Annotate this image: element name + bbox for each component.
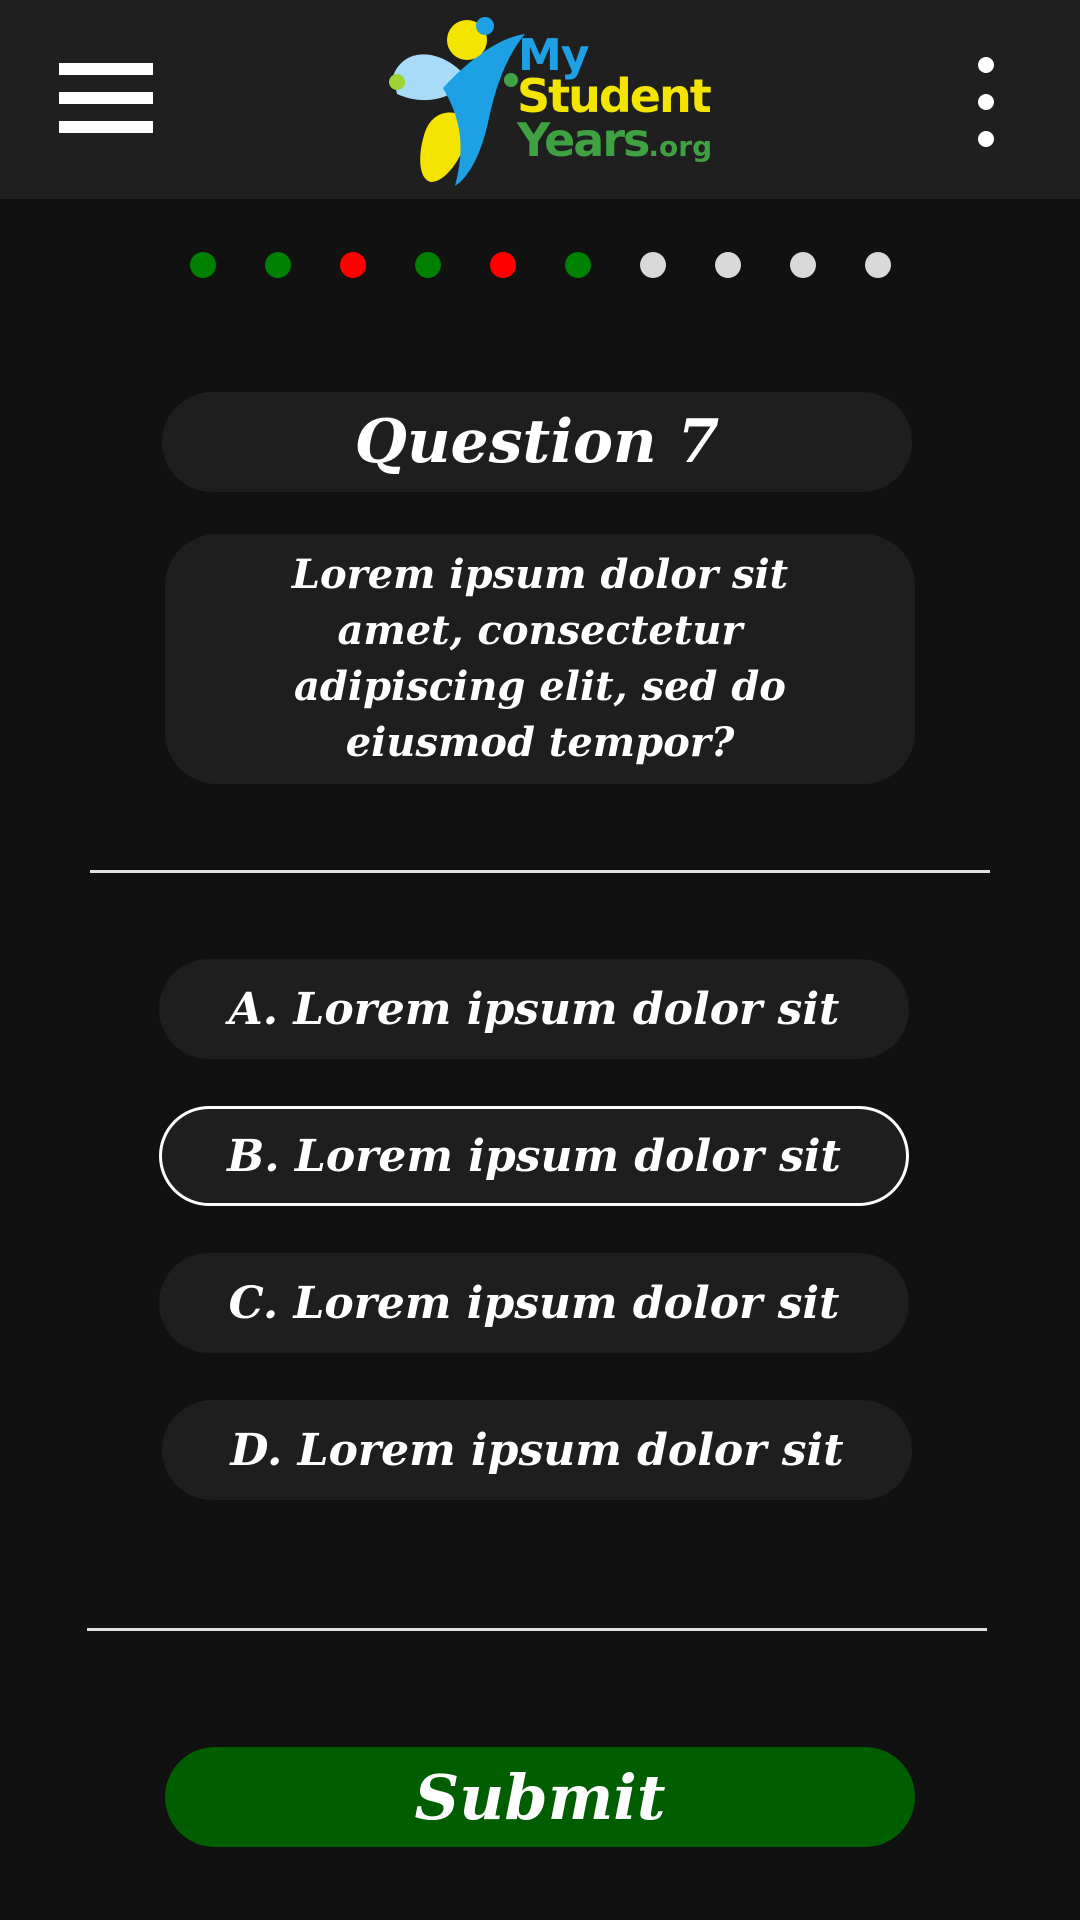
answer-option-a[interactable]: A. Lorem ipsum dolor sit	[159, 959, 909, 1059]
progress-dot-pending	[790, 252, 816, 278]
menu-bar	[59, 121, 153, 133]
progress-dot-wrong	[340, 252, 366, 278]
progress-dot-pending	[715, 252, 741, 278]
question-progress-indicator	[0, 252, 1080, 278]
app-header: My Student Years.org	[0, 0, 1080, 199]
logo-text-years: Years.org	[517, 113, 712, 167]
submit-button[interactable]: Submit	[165, 1747, 915, 1847]
question-title: Question 7	[162, 392, 912, 492]
progress-dot-pending	[640, 252, 666, 278]
mystudentyears-logo[interactable]: My Student Years.org	[385, 14, 712, 186]
dot	[978, 57, 994, 73]
progress-dot-wrong	[490, 252, 516, 278]
progress-dot-correct	[565, 252, 591, 278]
answer-option-c[interactable]: C. Lorem ipsum dolor sit	[159, 1253, 909, 1353]
logo-figure-icon	[389, 17, 525, 186]
progress-dot-correct	[265, 252, 291, 278]
dot	[978, 131, 994, 147]
answer-option-d[interactable]: D. Lorem ipsum dolor sit	[162, 1400, 912, 1500]
logo-text-years-main: Years	[517, 113, 650, 167]
vertical-dots-icon[interactable]	[966, 52, 1006, 152]
hamburger-menu-icon[interactable]	[56, 60, 156, 136]
top-divider	[90, 870, 990, 873]
menu-bar	[59, 92, 153, 104]
bottom-divider	[87, 1628, 987, 1631]
progress-dot-correct	[190, 252, 216, 278]
progress-dot-correct	[415, 252, 441, 278]
dot	[978, 94, 994, 110]
answer-option-b[interactable]: B. Lorem ipsum dolor sit	[159, 1106, 909, 1206]
logo-text-org: .org	[648, 130, 713, 163]
progress-dot-pending	[865, 252, 891, 278]
menu-bar	[59, 63, 153, 75]
question-text: Lorem ipsum dolor sit amet, consectetur …	[165, 534, 915, 784]
